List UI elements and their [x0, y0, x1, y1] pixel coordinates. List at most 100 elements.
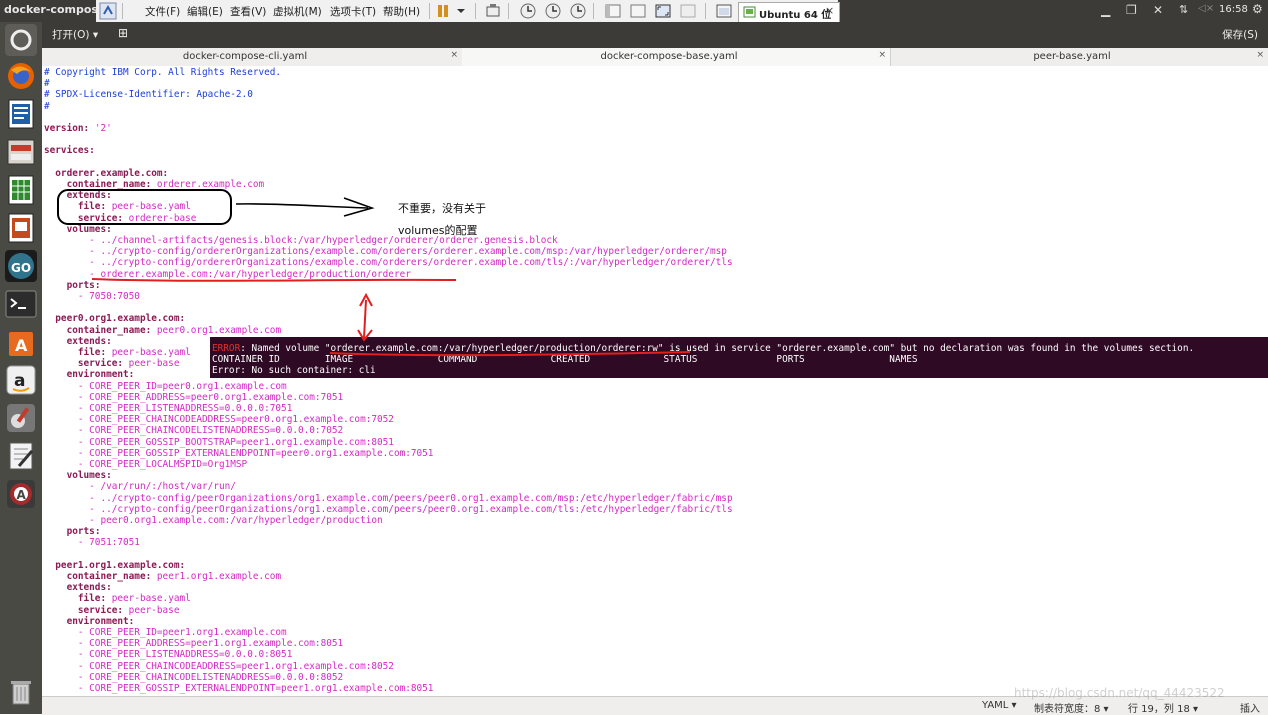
code-line: # Copyright IBM Corp. All Rights Reserve…: [44, 67, 281, 78]
tab-docker-compose-cli[interactable]: docker-compose-cli.yaml ×: [42, 48, 463, 66]
system-settings-icon[interactable]: [5, 402, 37, 434]
editor-text-area[interactable]: # Copyright IBM Corp. All Rights Reserve…: [42, 66, 1268, 696]
code-line: - CORE_PEER_ADDRESS=peer1.org1.example.c…: [44, 638, 343, 649]
trash-icon[interactable]: [5, 676, 37, 708]
save-button[interactable]: 保存(S): [1222, 27, 1258, 42]
send-keys-icon[interactable]: [484, 2, 502, 20]
files-icon[interactable]: [5, 136, 37, 168]
code-colon: :: [128, 369, 135, 381]
software-updater-icon[interactable]: A: [5, 478, 37, 510]
vm-icon: [743, 6, 756, 18]
amazon-icon[interactable]: a: [5, 364, 37, 396]
code-value: - CORE_PEER_CHAINCODELISTENADDRESS=0.0.0…: [44, 671, 344, 683]
text-editor-icon[interactable]: [5, 440, 37, 472]
error-label: ERROR: [212, 343, 241, 354]
vm-tab-close-button[interactable]: ×: [825, 4, 834, 17]
vm-menu-tabs[interactable]: 选项卡(T): [330, 4, 376, 19]
code-line: - CORE_PEER_ADDRESS=peer0.org1.example.c…: [44, 392, 343, 403]
code-value: - CORE_PEER_GOSSIP_BOOTSTRAP=peer1.org1.…: [44, 436, 394, 448]
vm-menu-file[interactable]: 文件(F): [145, 4, 180, 19]
svg-text:GO: GO: [11, 261, 31, 275]
close-icon[interactable]: ✕: [1153, 3, 1163, 17]
code-line: - orderer.example.com:/var/hyperledger/p…: [44, 269, 411, 280]
fullscreen-icon[interactable]: [654, 2, 672, 20]
new-document-icon[interactable]: ⊞: [118, 26, 128, 40]
firefox-icon[interactable]: [5, 60, 37, 92]
language-selector[interactable]: YAML ▾: [982, 700, 1017, 711]
annotation-note-line2: volumes的配置: [398, 224, 478, 237]
restore-icon[interactable]: ❐: [1126, 3, 1137, 17]
code-line: #: [44, 78, 50, 89]
open-button[interactable]: 打开(O) ▾: [52, 27, 98, 42]
code-line: services:: [44, 145, 95, 156]
code-line: environment:: [44, 615, 135, 627]
code-key: file: [44, 593, 101, 605]
libreoffice-writer-icon[interactable]: [5, 98, 37, 130]
chevron-down-icon[interactable]: [452, 2, 470, 20]
unity-icon[interactable]: [679, 2, 697, 20]
vm-tab-label: Ubuntu 64 位: [759, 10, 832, 21]
code-line: service: peer-base: [44, 358, 180, 369]
snapshot-manager-icon[interactable]: [569, 2, 587, 20]
code-value: peer-base.yaml: [106, 347, 191, 358]
vm-menu-view[interactable]: 查看(V): [230, 4, 266, 19]
code-line: container_name: peer0.org1.example.com: [44, 325, 282, 336]
libreoffice-impress-icon[interactable]: [5, 212, 37, 244]
vm-menu-edit[interactable]: 编辑(E): [187, 4, 223, 19]
code-colon: :: [128, 615, 135, 627]
library-icon[interactable]: [715, 2, 733, 20]
network-icon[interactable]: ⇅: [1179, 3, 1188, 16]
clock[interactable]: 16:58: [1219, 4, 1248, 15]
code-line: version: '2': [44, 123, 112, 134]
vm-tab-ubuntu[interactable]: Ubuntu 64 位 ×: [738, 2, 840, 22]
code-key: file: [44, 347, 101, 358]
code-value: peer1.org1.example.com: [151, 571, 282, 582]
code-line: container_name: peer1.org1.example.com: [44, 571, 282, 582]
libreoffice-calc-icon[interactable]: [5, 174, 37, 206]
vmware-home-icon[interactable]: [99, 2, 117, 20]
annotation-note-line1: 不重要，没有关于: [398, 202, 486, 215]
terminal-icon[interactable]: [5, 288, 37, 320]
cursor-position[interactable]: 行 19，列 18 ▾: [1128, 700, 1198, 715]
code-key: ports: [44, 279, 95, 291]
vm-menu-help[interactable]: 帮助(H): [383, 4, 420, 19]
revert-snapshot-icon[interactable]: [544, 2, 562, 20]
minimize-icon[interactable]: ▁: [1101, 3, 1110, 17]
software-center-icon[interactable]: A: [5, 326, 37, 358]
goland-icon[interactable]: GO: [5, 250, 37, 282]
code-value: - CORE_PEER_LISTENADDRESS=0.0.0.0:8051: [44, 649, 293, 661]
console-view-icon[interactable]: [629, 2, 647, 20]
tab-docker-compose-base[interactable]: docker-compose-base.yaml ×: [462, 48, 891, 66]
insert-mode[interactable]: 插入: [1240, 700, 1260, 715]
code-line: - ../crypto-config/peerOrganizations/org…: [44, 504, 732, 515]
document-tabs: docker-compose-cli.yaml × docker-compose…: [42, 48, 1268, 67]
gear-icon[interactable]: ⚙: [1252, 2, 1263, 16]
code-line: - ../crypto-config/peerOrganizations/org…: [44, 492, 733, 504]
code-key: extends: [44, 190, 107, 202]
tab-close-icon[interactable]: ×: [878, 50, 886, 60]
code-line: - CORE_PEER_CHAINCODEADDRESS=peer0.org1.…: [44, 414, 394, 425]
tab-peer-base[interactable]: peer-base.yaml ×: [890, 48, 1268, 66]
snapshot-icon[interactable]: [519, 2, 537, 20]
tab-close-icon[interactable]: ×: [450, 50, 458, 60]
code-colon: :: [106, 335, 112, 347]
vm-menu-vm[interactable]: 虚拟机(M): [273, 4, 322, 19]
code-line: peer0.org1.example.com:: [44, 313, 185, 324]
tab-close-icon[interactable]: ×: [1256, 50, 1264, 60]
dash-icon[interactable]: [5, 24, 37, 56]
code-key: file: [44, 201, 101, 213]
code-value: - 7051:7051: [44, 537, 140, 549]
code-line: - CORE_PEER_CHAINCODELISTENADDRESS=0.0.0…: [44, 425, 343, 436]
code-value: '2': [89, 123, 112, 134]
code-line: # SPDX-License-Identifier: Apache-2.0: [44, 89, 253, 100]
pause-icon[interactable]: [434, 2, 452, 20]
code-line: environment:: [44, 369, 135, 381]
tab-label: peer-base.yaml: [1033, 51, 1111, 62]
volume-icon[interactable]: ◁×: [1198, 3, 1214, 14]
sidebar-toggle-icon[interactable]: [604, 2, 622, 20]
tab-width-selector[interactable]: 制表符宽度：8 ▾: [1034, 700, 1109, 715]
code-line: - 7050:7050: [44, 291, 140, 302]
code-line: volumes:: [44, 470, 112, 481]
code-line: file: peer-base.yaml: [44, 201, 191, 212]
code-value: - ../crypto-config/peerOrganizations/org…: [44, 492, 733, 504]
